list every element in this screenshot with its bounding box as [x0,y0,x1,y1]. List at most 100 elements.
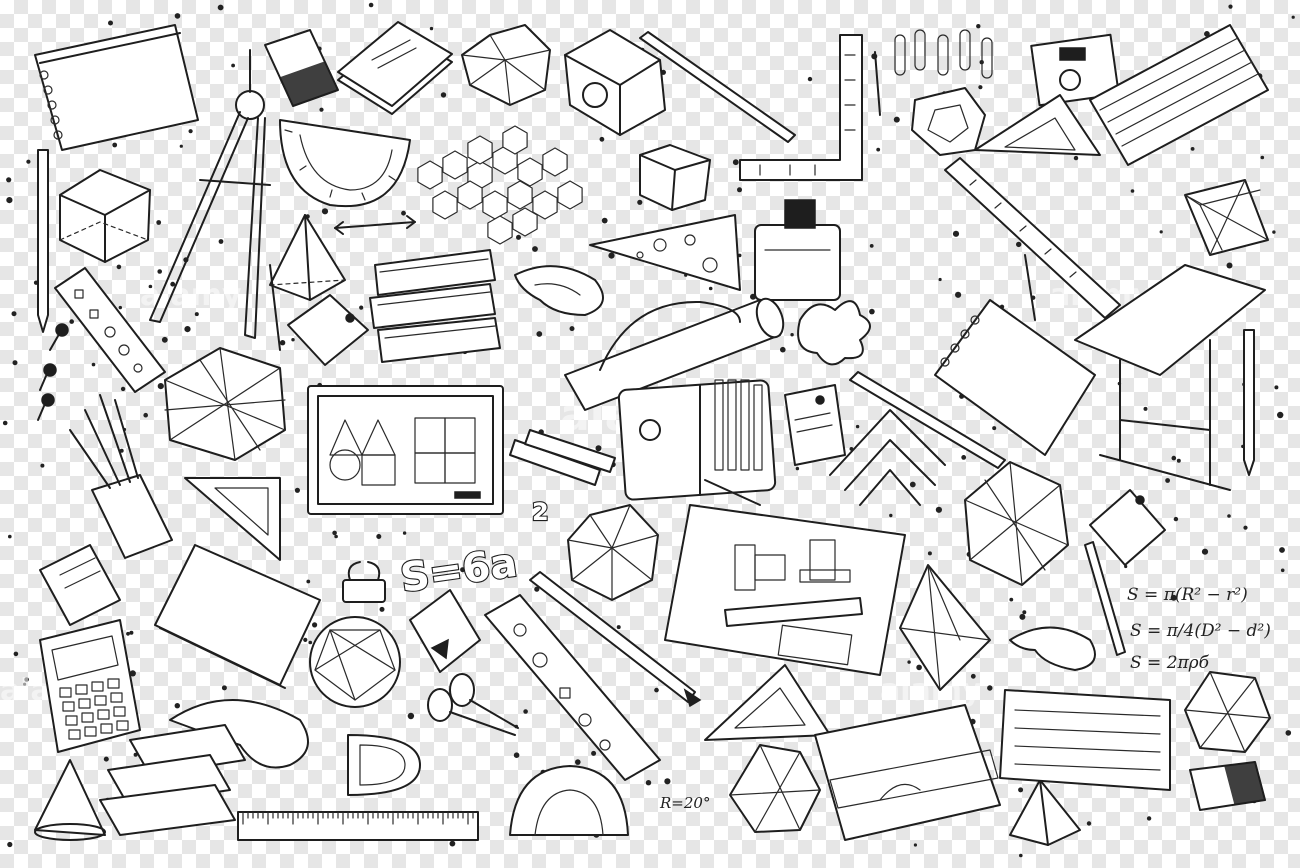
dot [40,463,45,468]
calculator-key [107,678,120,689]
dot [916,664,922,671]
dot [332,530,337,536]
dot [157,383,164,390]
dot [599,136,605,142]
dot [279,340,286,346]
dot [157,269,162,274]
dot [780,346,786,353]
drawing-paper-icon [814,704,1001,841]
dot [1243,525,1248,530]
dot [664,778,671,785]
dot [1146,816,1152,821]
dot [1279,547,1285,553]
dot [637,199,643,205]
calculator-key [94,695,107,706]
calculator-key [91,681,104,692]
calculator-key [78,698,91,709]
dot [359,305,364,310]
dot [368,2,374,8]
dot [855,424,860,429]
dot [807,76,813,82]
dot [449,840,456,847]
pyramid-icon [269,214,346,301]
dot [616,625,621,630]
book-stack-icon [369,249,501,363]
scissors-icon [427,673,519,736]
dot [1274,385,1279,390]
dot [952,230,960,237]
dot [601,217,608,224]
dot [893,116,900,123]
calculator-key [75,684,88,695]
dot [188,129,193,134]
octahedron-icon [899,564,991,691]
spiral-notebook-icon [34,24,199,151]
dot [1280,568,1285,573]
calculator-key [110,692,123,703]
dot [1291,15,1295,19]
dot [407,712,415,720]
dot [513,752,520,758]
calculator-key [84,726,97,737]
cube-icon [59,169,151,263]
cone-icon [34,759,106,841]
drawing-board-icon [307,385,504,515]
surface-area-formula-text: S=6a [398,540,520,602]
lateral-area-formula: S = 2πρб [1130,653,1210,673]
icosahedron-icon [567,504,659,601]
open-book-icon [154,544,321,689]
dot [1190,147,1195,151]
hexagon [417,160,443,190]
dot [308,640,313,645]
icosahedron-icon [461,24,551,106]
dot [13,651,19,657]
protractor-icon [279,119,411,208]
dot [129,630,134,635]
dot [7,841,13,848]
dot [26,159,31,164]
dot [217,4,224,11]
polyhedron-sphere-icon [164,347,286,461]
dot [376,534,382,539]
hexagon [482,190,508,220]
dot [913,843,918,847]
pushpin-icon [37,323,69,421]
triangle-template-icon [589,214,741,291]
dot [11,311,17,317]
dot [1173,516,1179,522]
dot [294,487,300,493]
french-curve-icon [514,265,604,316]
sticky-note-icon [39,544,121,626]
dot [1228,4,1233,9]
dot [536,331,543,337]
pencil-icon [1243,329,1255,476]
dot [1260,155,1265,160]
dot [1226,262,1233,269]
dot [174,13,181,19]
dot [143,412,148,418]
pinned-note-icon [784,384,846,466]
calculator-icon [39,619,141,753]
dot [1272,230,1276,234]
binder-clip-icon [342,561,386,603]
dot [907,660,911,664]
dot [120,386,126,392]
dot [303,637,308,643]
book-stack-icon [99,724,246,836]
dot [1130,189,1135,193]
dot [12,360,18,366]
dot [379,606,385,612]
dot [591,750,597,756]
dot [291,338,295,342]
ring-area-diameter-formula: S = π/4(D² − d²) [1130,621,1271,641]
dot [174,703,180,709]
doodle-canvas: alamy alamy alamy alamy alamy [0,0,1300,868]
calculator-key [116,720,129,731]
pencil-case-icon [617,379,777,501]
pencil-cup-icon [69,394,173,559]
dot [126,631,130,636]
dot [1019,613,1026,620]
dot [221,685,227,691]
dot [595,445,602,452]
dot [1018,787,1024,793]
